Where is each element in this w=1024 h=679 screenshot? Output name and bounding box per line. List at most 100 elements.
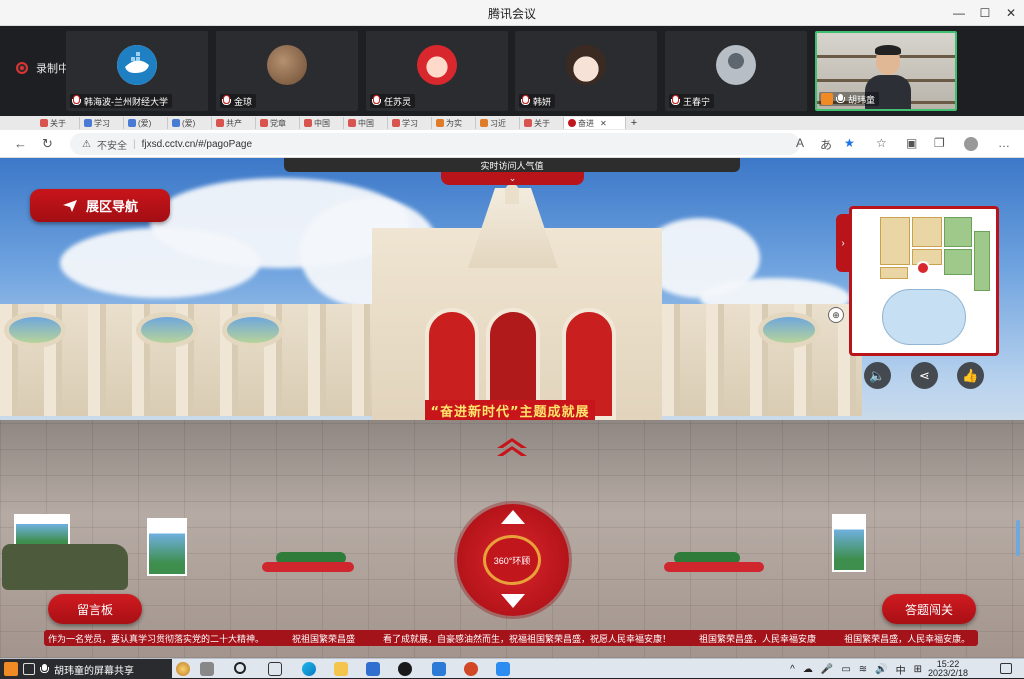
warning-icon: ⚠ xyxy=(82,138,91,150)
split-screen-icon[interactable]: ▣ xyxy=(906,136,917,150)
browser-tab[interactable]: 共产 xyxy=(212,117,256,129)
mic-icon xyxy=(40,663,49,675)
more-icon[interactable]: … xyxy=(998,136,1010,150)
thumbs-up-icon[interactable]: 👍 xyxy=(957,362,984,389)
scrollbar-thumb[interactable] xyxy=(1016,520,1020,556)
chevron-up-icon[interactable]: ^ xyxy=(790,664,795,675)
participant-tile-active-speaker[interactable]: 胡玮童 xyxy=(815,31,957,111)
participant-name: 胡玮童 xyxy=(848,94,876,105)
browser-tab[interactable]: 党章 xyxy=(256,117,300,129)
mic-muted-icon xyxy=(521,95,530,107)
minimap-collapse-button[interactable]: › xyxy=(836,214,850,272)
minimap-plaza xyxy=(882,289,966,345)
tab-favicon-icon xyxy=(524,119,532,127)
screen-share-indicator[interactable]: 胡玮童的屏幕共享 xyxy=(0,659,172,679)
browser-tab[interactable]: 中国 xyxy=(300,117,344,129)
wifi-icon[interactable]: ≋ xyxy=(859,664,867,675)
new-tab-button[interactable]: + xyxy=(626,117,642,129)
taskbar-clock[interactable]: 15:22 2023/2/18 xyxy=(928,660,968,678)
participant-tile[interactable]: 任苏灵 xyxy=(366,31,508,111)
browser-tab[interactable]: (爱) xyxy=(124,117,168,129)
sharing-label: 胡玮童的屏幕共享 xyxy=(54,665,134,677)
tab-favicon-icon xyxy=(392,119,400,127)
zoom-icon[interactable]: ⊕ xyxy=(828,307,844,323)
quiz-button[interactable]: 答题闯关 xyxy=(882,594,976,624)
participant-tile[interactable]: 金琼 xyxy=(216,31,358,111)
participant-tile[interactable]: 韩妍 xyxy=(515,31,657,111)
tab-favicon-icon xyxy=(84,119,92,127)
ime-indicator[interactable]: 中 xyxy=(896,662,906,677)
back-arrow-icon[interactable]: ← xyxy=(14,136,27,151)
arrow-down-icon[interactable] xyxy=(501,594,525,608)
file-explorer-icon[interactable] xyxy=(334,662,348,676)
move-forward-arrow[interactable] xyxy=(491,438,533,460)
participant-name: 韩妍 xyxy=(533,96,552,107)
address-bar: ← ↻ ⚠ 不安全 | fjxsd.cctv.cn/#/pagoPage A あ… xyxy=(0,130,1024,158)
clock-date: 2023/2/18 xyxy=(927,668,968,678)
browser-tab[interactable]: 习近 xyxy=(476,117,520,129)
participant-name: 韩海波-兰州财经大学 xyxy=(84,96,168,107)
tab-favicon-icon xyxy=(568,119,576,127)
browser-tab[interactable]: 学习 xyxy=(388,117,432,129)
cloud-icon[interactable]: ☁ xyxy=(803,664,813,675)
tab-favicon-icon xyxy=(304,119,312,127)
favorites-icon[interactable]: ☆ xyxy=(876,136,887,150)
tab-favicon-icon xyxy=(172,119,180,127)
url-field[interactable]: ⚠ 不安全 | fjxsd.cctv.cn/#/pagoPage xyxy=(70,133,800,155)
mic-muted-icon xyxy=(671,95,680,107)
navigation-joystick[interactable]: 360°环顾 xyxy=(457,504,569,616)
window-titlebar: 腾讯会议 — ☐ ✕ xyxy=(0,0,1024,26)
collections-icon[interactable]: ❐ xyxy=(934,136,945,150)
visit-bar-toggle[interactable]: ⌄ xyxy=(441,172,584,185)
profile-icon[interactable] xyxy=(964,137,978,151)
notification-icon[interactable] xyxy=(1000,663,1012,674)
look-around-button[interactable]: 360°环顾 xyxy=(483,535,541,585)
floor-minimap[interactable] xyxy=(849,206,999,356)
dell-icon[interactable] xyxy=(398,662,412,676)
mic-muted-icon xyxy=(72,95,81,107)
browser-tab[interactable]: (爱) xyxy=(168,117,212,129)
task-view-icon[interactable] xyxy=(268,662,282,676)
participant-tile[interactable]: 韩海波-兰州财经大学 xyxy=(66,31,208,111)
store-icon[interactable] xyxy=(366,662,380,676)
battery-icon[interactable]: ▭ xyxy=(841,664,850,675)
tab-favicon-icon xyxy=(348,119,356,127)
browser-tab[interactable]: 关于 xyxy=(520,117,564,129)
close-button[interactable]: ✕ xyxy=(998,0,1024,26)
mail-icon[interactable] xyxy=(432,662,446,676)
mic-tray-icon[interactable]: 🎤 xyxy=(821,664,833,675)
edge-icon[interactable] xyxy=(302,662,316,676)
favorite-star-icon[interactable]: ★ xyxy=(844,136,855,150)
browser-tab[interactable]: 中国 xyxy=(344,117,388,129)
powerpoint-icon[interactable] xyxy=(464,662,478,676)
minimize-button[interactable]: — xyxy=(946,0,972,26)
arrow-up-icon[interactable] xyxy=(501,510,525,524)
exhibit-nav-button[interactable]: 展区导航 xyxy=(30,189,170,222)
browser-tab[interactable]: 关于 xyxy=(36,117,80,129)
hall-banner: “奋进新时代”主题成就展 xyxy=(425,400,595,420)
share-icon[interactable]: ⋖ xyxy=(911,362,938,389)
tencent-meeting-icon[interactable] xyxy=(496,662,510,676)
search-icon[interactable] xyxy=(234,662,246,674)
close-tab-icon[interactable]: ✕ xyxy=(600,119,607,128)
browser-tab[interactable]: 为实 xyxy=(432,117,476,129)
refresh-icon[interactable]: ↻ xyxy=(42,136,53,152)
mic-muted-icon xyxy=(372,95,381,107)
chevron-down-icon: ⌄ xyxy=(508,173,517,183)
volume-icon[interactable]: 🔊 xyxy=(875,664,887,675)
participant-tile[interactable]: 王春宁 xyxy=(665,31,807,111)
sound-icon[interactable]: 🔈 xyxy=(864,362,891,389)
maximize-button[interactable]: ☐ xyxy=(972,0,998,26)
browser-tab-active[interactable]: 奋进 ✕ xyxy=(564,117,626,129)
message-board-button[interactable]: 留言板 xyxy=(48,594,142,624)
ime-mode-icon[interactable]: ⊞ xyxy=(914,664,922,675)
weather-icon[interactable] xyxy=(176,662,190,676)
app-icon[interactable] xyxy=(200,662,214,676)
cartoon-avatar xyxy=(417,45,457,85)
browser-tab[interactable]: 学习 xyxy=(80,117,124,129)
window-title: 腾讯会议 xyxy=(487,7,536,21)
recording-indicator[interactable]: 录制中 xyxy=(16,60,69,76)
read-aloud-icon[interactable]: A xyxy=(796,136,804,150)
translate-icon[interactable]: あ xyxy=(820,136,832,153)
ticker-message: 看了成就展，自豪感油然而生，祝福祖国繁荣昌盛，祝愿人民幸福安康！ xyxy=(383,634,672,645)
